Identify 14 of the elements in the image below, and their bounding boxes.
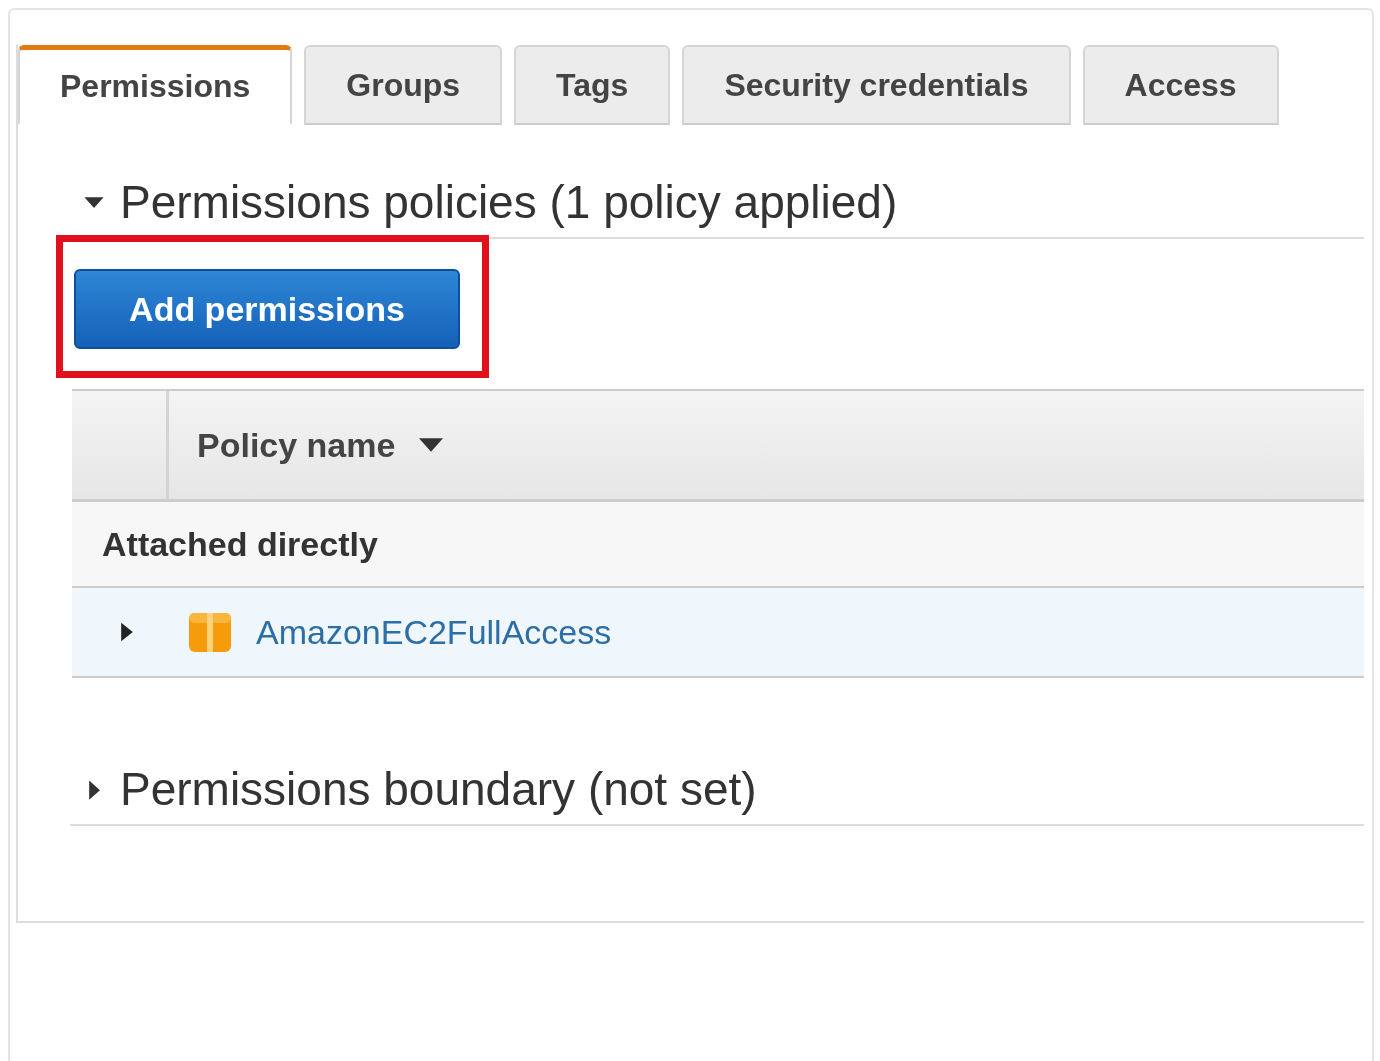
column-title: Policy name — [197, 425, 396, 465]
add-permissions-button[interactable]: Add permissions — [74, 269, 460, 349]
group-label: Attached directly — [102, 524, 378, 564]
caret-right-icon[interactable] — [120, 620, 134, 644]
policy-link[interactable]: AmazonEC2FullAccess — [256, 612, 612, 652]
tab[interactable]: Permissions — [18, 45, 293, 125]
section-title: Permissions boundary (not set) — [120, 762, 757, 816]
package-icon — [188, 610, 232, 654]
tab[interactable]: Security credentials — [682, 45, 1071, 125]
sort-caret-icon — [417, 437, 446, 453]
tab[interactable]: Access — [1082, 45, 1279, 125]
tab[interactable]: Groups — [304, 45, 503, 125]
tab[interactable]: Tags — [514, 45, 671, 125]
section-title: Permissions policies (1 policy applied) — [120, 175, 898, 229]
